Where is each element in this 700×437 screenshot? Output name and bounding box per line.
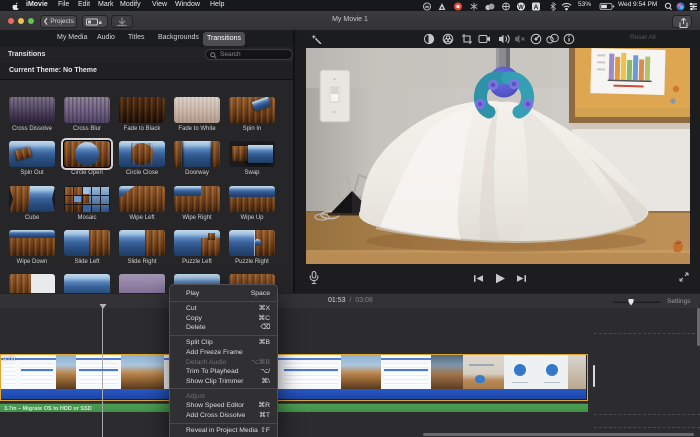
svg-text:W: W — [518, 4, 524, 10]
svg-text:A: A — [534, 4, 539, 11]
